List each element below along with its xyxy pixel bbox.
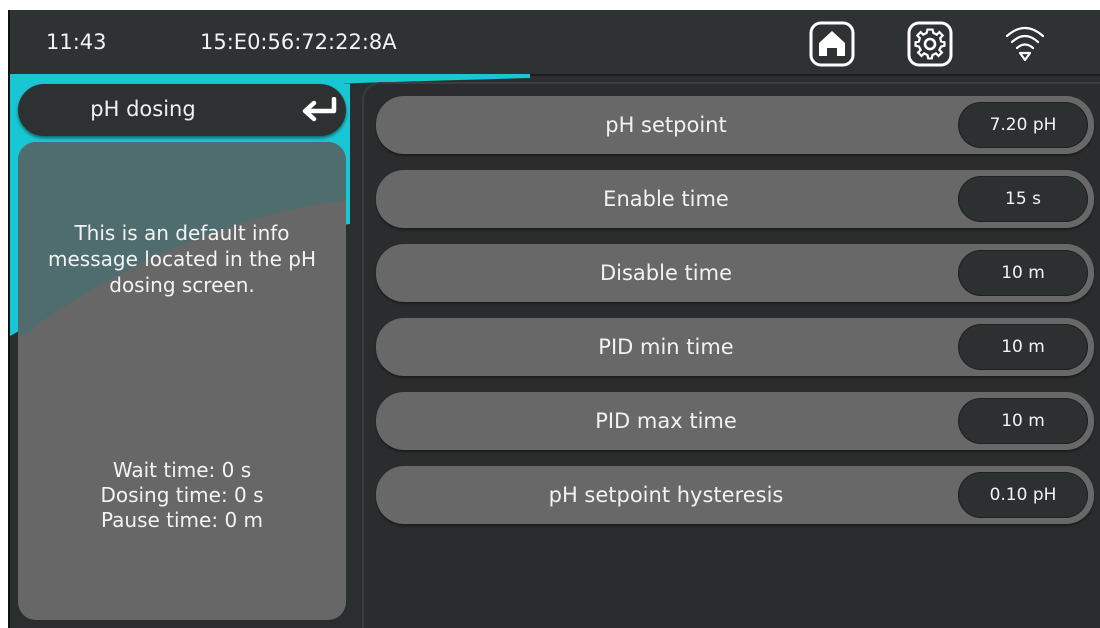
setting-label: Enable time (603, 187, 729, 211)
back-header[interactable]: pH dosing (18, 84, 346, 136)
clock: 11:43 (46, 30, 107, 54)
setting-row-ph-setpoint[interactable]: pH setpoint 7.20 pH (376, 96, 1094, 154)
device-id: 15:E0:56:72:22:8A (200, 30, 397, 54)
setting-label: pH setpoint hysteresis (548, 483, 784, 507)
info-message: This is an default info message located … (48, 221, 316, 297)
setting-value[interactable]: 7.20 pH (958, 102, 1088, 148)
device-screen: 11:43 15:E0:56:72:22:8A pH dosing This i… (8, 10, 1100, 628)
setting-value[interactable]: 10 m (958, 398, 1088, 444)
home-icon (809, 21, 855, 67)
gear-icon (907, 21, 953, 67)
setting-row-pid-min-time[interactable]: PID min time 10 m (376, 318, 1094, 376)
setting-row-ph-hysteresis[interactable]: pH setpoint hysteresis 0.10 pH (376, 466, 1094, 524)
dosing-time: Dosing time: 0 s (100, 483, 264, 507)
setting-value[interactable]: 0.10 pH (958, 472, 1088, 518)
setting-value[interactable]: 10 m (958, 250, 1088, 296)
pause-time: Pause time: 0 m (100, 508, 264, 532)
setting-row-pid-max-time[interactable]: PID max time 10 m (376, 392, 1094, 450)
info-panel: This is an default info message located … (18, 142, 346, 620)
status-bar: 11:43 15:E0:56:72:22:8A (10, 10, 1100, 76)
setting-label: PID min time (598, 335, 734, 359)
dosing-stats: Wait time: 0 s Dosing time: 0 s Pause ti… (28, 458, 336, 533)
setting-value[interactable]: 10 m (958, 324, 1088, 370)
setting-label: Disable time (599, 261, 733, 285)
wifi-icon (1005, 26, 1045, 62)
setting-row-disable-time[interactable]: Disable time 10 m (376, 244, 1094, 302)
page-title: pH dosing (90, 97, 196, 121)
setting-label: pH setpoint (605, 113, 727, 137)
return-arrow-icon[interactable] (300, 97, 340, 123)
settings-button[interactable] (906, 20, 954, 68)
setting-value[interactable]: 15 s (958, 176, 1088, 222)
wait-time: Wait time: 0 s (112, 458, 252, 482)
setting-label: PID max time (595, 409, 737, 433)
setting-row-enable-time[interactable]: Enable time 15 s (376, 170, 1094, 228)
home-button[interactable] (808, 20, 856, 68)
settings-panel: pH setpoint 7.20 pH Enable time 15 s Dis… (362, 82, 1100, 628)
